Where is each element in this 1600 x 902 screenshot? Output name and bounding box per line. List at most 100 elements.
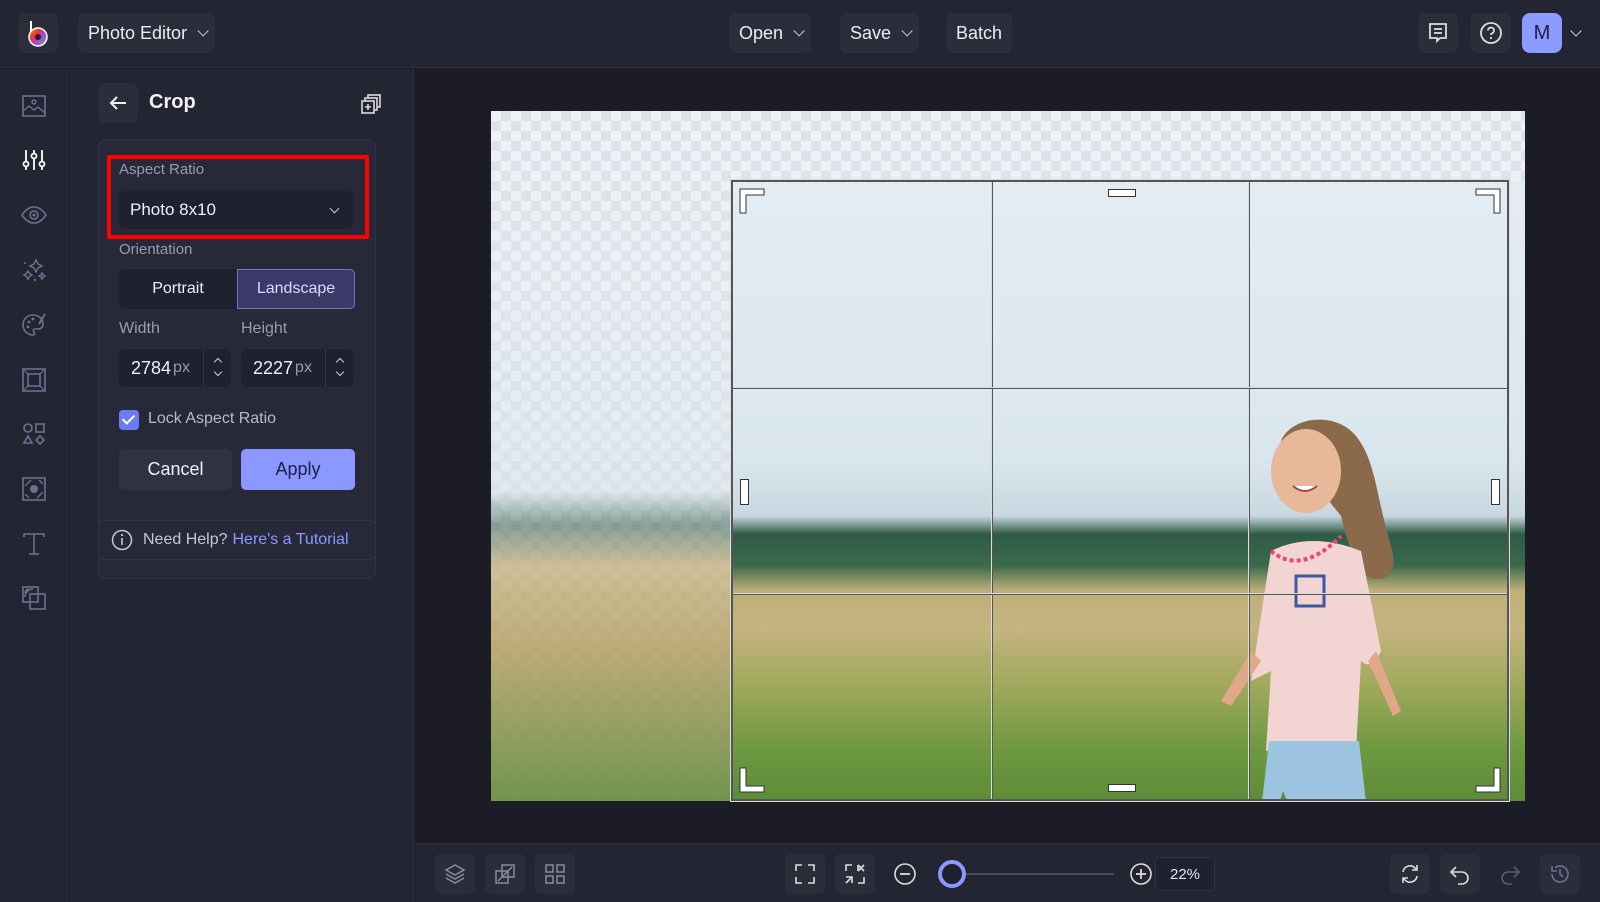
rail-item-image[interactable]	[19, 91, 49, 121]
open-button[interactable]: Open	[729, 13, 812, 53]
crop-grid-line	[733, 592, 1507, 595]
save-label: Save	[850, 22, 892, 43]
grid-icon	[545, 864, 565, 884]
crop-grid-line	[733, 387, 1507, 390]
account-chevron-down-icon[interactable]	[1570, 25, 1582, 37]
crop-handle-left[interactable]	[740, 479, 749, 505]
zoom-level-input[interactable]: 22%	[1155, 857, 1215, 891]
height-unit: px	[295, 359, 312, 376]
feedback-button[interactable]	[1418, 13, 1458, 53]
crop-box[interactable]	[730, 179, 1510, 802]
rail-item-overlays[interactable]	[19, 583, 49, 613]
compare-button[interactable]	[485, 854, 525, 894]
back-button[interactable]	[98, 83, 138, 123]
undo-button[interactable]	[1440, 854, 1480, 894]
height-value: 2227	[253, 357, 294, 378]
crop-handle-bottom-left[interactable]	[739, 765, 767, 793]
orientation-landscape-button[interactable]: Landscape	[237, 269, 355, 309]
crop-handle-top[interactable]	[1108, 189, 1136, 197]
crop-handle-bottom[interactable]	[1108, 784, 1136, 792]
crop-handle-top-left[interactable]	[739, 188, 767, 216]
crop-panel: Crop Aspect Ratio Photo 8x10 Orientation…	[69, 69, 414, 902]
batch-label: Batch	[956, 22, 1003, 43]
chevron-up-icon[interactable]	[213, 357, 223, 367]
info-icon	[111, 529, 133, 551]
app-menu-button[interactable]: Photo Editor	[78, 13, 216, 53]
rail-item-artsy[interactable]	[19, 310, 49, 340]
duplicate-button[interactable]	[359, 93, 383, 117]
arrow-left-icon	[109, 96, 126, 110]
cancel-button[interactable]: Cancel	[119, 449, 232, 490]
redo-icon	[1501, 866, 1521, 885]
width-input[interactable]: 2784 px	[119, 349, 231, 387]
fit-to-screen-button[interactable]	[785, 854, 825, 894]
reset-button[interactable]	[1390, 854, 1430, 894]
width-stepper[interactable]	[203, 349, 231, 387]
apply-button[interactable]: Apply	[241, 449, 355, 490]
app-menu-label: Photo Editor	[88, 22, 188, 43]
crop-grid-line	[990, 182, 993, 799]
save-button[interactable]: Save	[840, 13, 920, 53]
history-icon	[1551, 865, 1569, 883]
chevron-down-icon	[793, 25, 805, 37]
eye-icon	[21, 206, 47, 224]
frame-icon	[22, 368, 46, 392]
rail-item-textures[interactable]	[19, 474, 49, 504]
refresh-icon	[1402, 865, 1418, 883]
lock-aspect-ratio-checkbox[interactable]	[119, 410, 139, 430]
rail-item-adjustments[interactable]	[19, 145, 49, 175]
highlight-box	[107, 155, 369, 239]
zoom-slider-handle[interactable]	[938, 860, 966, 888]
chevron-down-icon	[901, 25, 913, 37]
rail-item-view[interactable]	[19, 200, 49, 230]
comment-icon	[1429, 23, 1447, 44]
crop-handle-right[interactable]	[1491, 479, 1500, 505]
batch-button[interactable]: Batch	[946, 13, 1013, 53]
user-avatar[interactable]: M	[1522, 13, 1562, 53]
chevron-down-icon	[197, 25, 209, 37]
zoom-out-icon	[894, 863, 916, 885]
crop-handle-top-right[interactable]	[1473, 188, 1501, 216]
text-icon	[23, 533, 45, 555]
height-stepper[interactable]	[325, 349, 353, 387]
history-button[interactable]	[1540, 854, 1580, 894]
lock-aspect-ratio-label[interactable]: Lock Aspect Ratio	[148, 410, 276, 428]
shrink-icon	[845, 864, 865, 884]
rail-item-frames[interactable]	[19, 365, 49, 395]
palette-icon	[22, 313, 46, 336]
redo-button[interactable]	[1490, 854, 1530, 894]
orientation-portrait-button[interactable]: Portrait	[119, 269, 237, 309]
zoom-out-button[interactable]	[885, 854, 925, 894]
orientation-label: Orientation	[119, 241, 193, 258]
top-bar: Photo Editor Open Save Batch M	[0, 0, 1600, 68]
rail-item-graphics[interactable]	[19, 419, 49, 449]
crop-grid-line	[1248, 182, 1251, 799]
rail-item-effects[interactable]	[19, 255, 49, 285]
width-value: 2784	[131, 357, 172, 378]
undo-icon	[1449, 866, 1469, 885]
actual-size-button[interactable]	[835, 854, 875, 894]
rail-item-text[interactable]	[19, 529, 49, 559]
help-button[interactable]	[1471, 13, 1511, 53]
width-label: Width	[119, 320, 160, 337]
chevron-down-icon[interactable]	[335, 367, 345, 377]
tool-rail	[0, 69, 68, 902]
tutorial-link[interactable]: Here's a Tutorial	[233, 531, 349, 549]
chevron-down-icon[interactable]	[213, 367, 223, 377]
bottom-toolbar: 22%	[415, 843, 1600, 902]
zoom-slider-track[interactable]	[952, 873, 1114, 875]
width-unit: px	[173, 359, 190, 376]
help-box: Need Help? Here's a Tutorial	[98, 520, 376, 560]
shapes-icon	[22, 423, 46, 446]
zoom-in-icon	[1130, 863, 1152, 885]
image-icon	[22, 95, 46, 117]
crop-handle-bottom-right[interactable]	[1473, 765, 1501, 793]
overlay-icon	[22, 586, 46, 610]
avatar-initial: M	[1533, 21, 1551, 44]
height-input[interactable]: 2227 px	[241, 349, 353, 387]
layers-button[interactable]	[435, 854, 475, 894]
grid-view-button[interactable]	[535, 854, 575, 894]
chevron-up-icon[interactable]	[335, 357, 345, 367]
app-logo[interactable]	[18, 13, 58, 53]
texture-icon	[22, 477, 46, 501]
